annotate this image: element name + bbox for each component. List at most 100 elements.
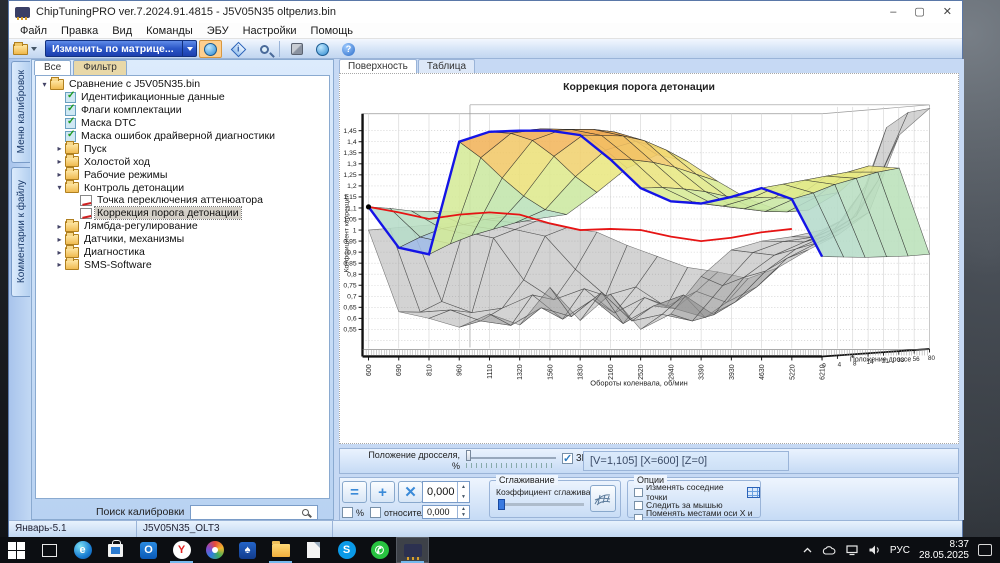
tree-item[interactable]: Коррекция порога детонации [36, 207, 329, 220]
tree-item-label[interactable]: Маска ошибок драйверной диагностики [79, 130, 277, 142]
relative-spinner-arrows[interactable]: ▲▼ [457, 506, 469, 518]
tree-item-label[interactable]: Лямбда-регулирование [82, 220, 200, 232]
tree-expander-icon[interactable]: ▸ [55, 260, 64, 269]
tree-expander-icon[interactable]: ▾ [40, 80, 49, 89]
option-0[interactable]: Изменять соседние точки [634, 486, 760, 498]
tree-expander-icon[interactable]: ▸ [55, 170, 64, 179]
tree-item-label[interactable]: Пуск [82, 143, 109, 155]
onedrive-icon[interactable] [822, 545, 836, 556]
tree-item-label[interactable]: Контроль детонации [82, 182, 186, 194]
tree-item[interactable]: Маска DTC [36, 117, 329, 130]
tree-expander-icon[interactable]: ▸ [55, 222, 64, 231]
tree-item[interactable]: ▸ Рабочие режимы [36, 168, 329, 181]
tree-expander-icon[interactable]: ▸ [55, 248, 64, 257]
matrix-mode-combobox[interactable]: Изменить по матрице... [45, 40, 197, 57]
tree-expander-icon[interactable]: ▾ [55, 183, 64, 192]
taskbar-file-explorer[interactable] [264, 537, 297, 563]
tree-expander-icon[interactable]: ▸ [55, 144, 64, 153]
info-button[interactable]: i [227, 40, 250, 58]
value-spinner[interactable]: 0,000 ▲▼ [422, 481, 470, 503]
tree-item-label[interactable]: Датчики, механизмы [82, 233, 186, 245]
relative-value-text[interactable]: 0,000 [423, 506, 457, 518]
tree-item-label[interactable]: Сравнение с J5V05N35.bin [67, 78, 202, 90]
menu-файл[interactable]: Файл [13, 25, 54, 37]
tree-item-label[interactable]: Коррекция порога детонации [95, 207, 241, 219]
tree-item[interactable]: Идентификационные данные [36, 91, 329, 104]
zoom-button[interactable] [253, 40, 276, 58]
tree-item[interactable]: Флаги комплектации [36, 104, 329, 117]
tab-calibration-menu[interactable]: Меню калибровок [11, 61, 30, 163]
taskbar-chiptuningpro[interactable] [396, 537, 429, 563]
sync-button[interactable] [311, 40, 334, 58]
taskbar-edge[interactable]: e [66, 537, 99, 563]
set-equal-button[interactable]: = [342, 481, 367, 503]
tree-item-label[interactable]: Рабочие режимы [82, 169, 169, 181]
tab-table[interactable]: Таблица [418, 59, 475, 74]
taskbar-task-view[interactable] [33, 537, 66, 563]
menu-настройки[interactable]: Настройки [236, 25, 304, 37]
surface-chart[interactable]: Коррекция порога детонации1,451,41,351,3… [340, 74, 958, 443]
menu-правка[interactable]: Правка [54, 25, 105, 37]
tree-item[interactable]: ▸ Пуск [36, 142, 329, 155]
tree-item[interactable]: ▾ Контроль детонации [36, 181, 329, 194]
tools-button[interactable] [285, 40, 308, 58]
clock[interactable]: 8:37 28.05.2025 [919, 539, 969, 561]
tree-item[interactable]: Маска ошибок драйверной диагностики [36, 130, 329, 143]
checkbox-3d-box[interactable] [562, 453, 573, 464]
menu-эбу[interactable]: ЭБУ [200, 25, 236, 37]
tree-item-label[interactable]: Маска DTC [79, 117, 138, 129]
tree-item-label[interactable]: Точка переключения аттенюатора [95, 194, 265, 206]
tray-expand-icon[interactable] [802, 545, 813, 555]
value-spinner-text[interactable]: 0,000 [423, 482, 457, 502]
language-indicator[interactable]: РУС [890, 545, 910, 556]
tab-surface[interactable]: Поверхность [339, 59, 417, 74]
tree-expander-icon[interactable]: ▸ [55, 157, 64, 166]
menu-вид[interactable]: Вид [105, 25, 139, 37]
taskbar-paint[interactable] [198, 537, 231, 563]
notification-center-icon[interactable] [978, 544, 992, 556]
tree-item[interactable]: ▸ Лямбда-регулирование [36, 220, 329, 233]
smoothing-slider[interactable] [498, 503, 584, 506]
minimize-button[interactable]: – [890, 1, 896, 23]
checkbox-percent-box[interactable] [342, 507, 353, 518]
surface-view-button[interactable] [199, 40, 222, 58]
tree-item[interactable]: ▸ Холостой ход [36, 155, 329, 168]
tree-item-label[interactable]: SMS-Software [82, 259, 154, 271]
tree-item[interactable]: ▾ Сравнение с J5V05N35.bin [36, 78, 329, 91]
tab-фильтр[interactable]: Фильтр [73, 60, 127, 75]
close-button[interactable]: ✕ [943, 1, 952, 23]
help-button[interactable]: ? [337, 40, 360, 58]
add-button[interactable]: + [370, 481, 395, 503]
checkbox-percent[interactable]: % [342, 507, 364, 518]
tree-item-label[interactable]: Диагностика [82, 246, 147, 258]
taskbar-whatsapp[interactable]: ✆ [363, 537, 396, 563]
spinner-arrows[interactable]: ▲▼ [457, 482, 469, 502]
tab-file-comments[interactable]: Комментарии к файлу [11, 167, 30, 297]
maximize-button[interactable]: ▢ [914, 1, 924, 23]
volume-icon[interactable] [868, 544, 881, 556]
tree-item[interactable]: ▸ Диагностика [36, 246, 329, 259]
network-icon[interactable] [845, 544, 859, 556]
taskbar-document[interactable] [297, 537, 330, 563]
throttle-slider-handle[interactable] [466, 450, 471, 461]
taskbar-store[interactable] [99, 537, 132, 563]
taskbar-solitaire[interactable]: ♠ [231, 537, 264, 563]
tree-expander-icon[interactable]: ▸ [55, 235, 64, 244]
tab-все[interactable]: Все [34, 60, 71, 75]
menu-команды[interactable]: Команды [139, 25, 200, 37]
open-file-button[interactable] [13, 40, 43, 58]
tree-item-label[interactable]: Идентификационные данные [79, 91, 227, 103]
option-checkbox[interactable] [634, 501, 643, 510]
taskbar-outlook[interactable]: O [132, 537, 165, 563]
relative-value-spinner[interactable]: 0,000 ▲▼ [422, 505, 470, 519]
apply-smoothing-button[interactable] [590, 485, 616, 512]
smoothing-slider-handle[interactable] [498, 499, 505, 510]
tree-item-label[interactable]: Холостой ход [82, 156, 152, 168]
tree-item[interactable]: ▸ SMS-Software [36, 258, 329, 271]
tree-item[interactable]: ▸ Датчики, механизмы [36, 233, 329, 246]
taskbar-yandex-browser[interactable]: Y [165, 537, 198, 563]
tree-item[interactable]: Точка переключения аттенюатора [36, 194, 329, 207]
taskbar-start[interactable] [0, 537, 33, 563]
search-input[interactable] [190, 505, 318, 520]
checkbox-relative-box[interactable] [370, 507, 381, 518]
